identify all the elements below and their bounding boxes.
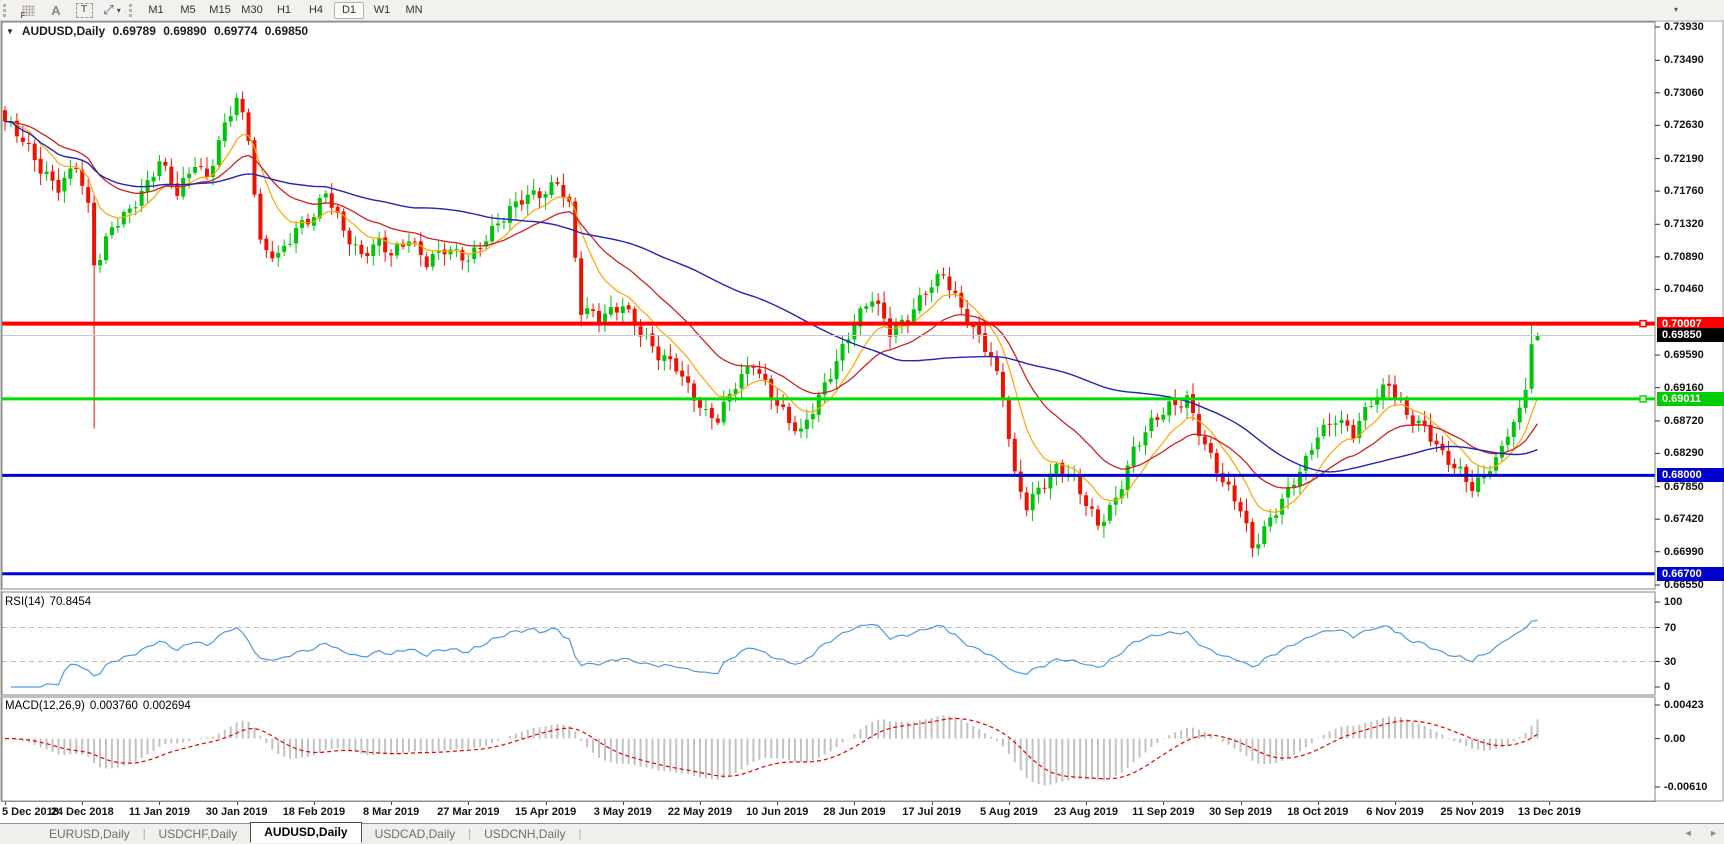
- fibonacci-grid-tool-button[interactable]: F: [17, 2, 39, 19]
- tab-scroll-left-icon[interactable]: ◄: [1684, 828, 1693, 838]
- date-label: 27 Mar 2019: [437, 806, 499, 818]
- timeframe-m1-button[interactable]: M1: [142, 2, 170, 18]
- tab-usdcad[interactable]: USDCAD,Daily: [362, 825, 469, 843]
- date-label: 13 Dec 2019: [1518, 806, 1581, 818]
- tab-separator: |: [578, 828, 581, 840]
- time-axis-tick: [1318, 802, 1319, 805]
- ma-fast-line[interactable]: [5, 122, 1538, 513]
- date-label: 30 Sep 2019: [1209, 806, 1272, 818]
- pane-border: [2, 697, 1655, 802]
- date-label: 8 Mar 2019: [363, 806, 419, 818]
- tab-scroll-controls: ◄ ►: [1670, 828, 1718, 838]
- time-axis-tick: [82, 802, 83, 805]
- toolbar-overflow-icon[interactable]: ▾: [1674, 5, 1678, 14]
- time-axis-tick: [159, 802, 160, 805]
- time-axis-tick: [468, 802, 469, 805]
- tab-usdcnh[interactable]: USDCNH,Daily: [471, 825, 578, 843]
- date-label: 22 May 2019: [668, 806, 732, 818]
- chevron-down-icon: ▾: [117, 6, 121, 15]
- date-label: 10 Jun 2019: [746, 806, 808, 818]
- grid-icon: F: [22, 5, 35, 16]
- timeframe-mn-button[interactable]: MN: [400, 2, 428, 18]
- time-axis-tick: [777, 802, 778, 805]
- arrows-icon: ⤢: [103, 2, 113, 18]
- date-label: 15 Apr 2019: [515, 806, 576, 818]
- time-axis-tick: [1086, 802, 1087, 805]
- date-label: 23 Aug 2019: [1054, 806, 1118, 818]
- date-label: 28 Jun 2019: [823, 806, 885, 818]
- time-axis-tick: [314, 802, 315, 805]
- toolbar-grip[interactable]: [129, 4, 134, 17]
- timeframe-w1-button[interactable]: W1: [368, 2, 396, 18]
- date-label: 18 Oct 2019: [1287, 806, 1348, 818]
- time-axis-tick: [546, 802, 547, 805]
- date-label: 3 May 2019: [594, 806, 652, 818]
- macd-pane: [5, 715, 1538, 785]
- date-label: 11 Sep 2019: [1132, 806, 1194, 818]
- tab-eurusd[interactable]: EURUSD,Daily: [36, 825, 143, 843]
- tab-audusd[interactable]: AUDUSD,Daily: [250, 822, 361, 843]
- time-axis-tick: [237, 802, 238, 805]
- date-label: 24 Dec 2018: [51, 806, 114, 818]
- pane-border: [2, 22, 1655, 589]
- time-axis-tick: [854, 802, 855, 805]
- tab-usdchf[interactable]: USDCHF,Daily: [146, 825, 251, 843]
- time-axis-tick: [1163, 802, 1164, 805]
- time-axis-tick: [1395, 802, 1396, 805]
- time-axis-tick: [623, 802, 624, 805]
- toolbar: F A T ⤢ ▾ M1 M5 M15 M30 H1 H4 D1 W1 MN ▾: [0, 0, 1724, 21]
- date-label: 5 Aug 2019: [980, 806, 1038, 818]
- text-box-icon: T: [76, 3, 93, 18]
- text-box-tool-button[interactable]: T: [73, 2, 95, 19]
- date-label: 11 Jan 2019: [129, 806, 190, 818]
- date-label: 17 Jul 2019: [902, 806, 961, 818]
- time-axis-tick: [1009, 802, 1010, 805]
- rsi-line: [11, 620, 1538, 687]
- arrow-objects-tool-button[interactable]: ⤢ ▾: [101, 2, 123, 19]
- text-label-tool-button[interactable]: A: [45, 2, 67, 19]
- text-label-icon: A: [51, 3, 60, 18]
- mt4-chart-window: F A T ⤢ ▾ M1 M5 M15 M30 H1 H4 D1 W1 MN ▾…: [0, 0, 1724, 844]
- time-axis-tick: [1472, 802, 1473, 805]
- symbol-tab-bar: EURUSD,Daily | USDCHF,Daily AUDUSD,Daily…: [0, 823, 1724, 844]
- timeframe-m15-button[interactable]: M15: [206, 2, 234, 18]
- rsi-pane: [2, 620, 1655, 687]
- time-axis-tick: [391, 802, 392, 805]
- timeframe-h1-button[interactable]: H1: [270, 2, 298, 18]
- timeframe-m5-button[interactable]: M5: [174, 2, 202, 18]
- date-label: 25 Nov 2019: [1440, 806, 1504, 818]
- date-label: 6 Nov 2019: [1366, 806, 1423, 818]
- toolbar-grip[interactable]: [3, 4, 8, 17]
- timeframe-m30-button[interactable]: M30: [238, 2, 266, 18]
- timeframe-h4-button[interactable]: H4: [302, 2, 330, 18]
- support-line-green-handle[interactable]: [1640, 396, 1646, 402]
- time-axis-tick: [700, 802, 701, 805]
- date-label: 30 Jan 2019: [206, 806, 268, 818]
- time-axis-tick: [1241, 802, 1242, 805]
- time-axis-tick: [1549, 802, 1550, 805]
- time-axis-tick: [932, 802, 933, 805]
- time-axis[interactable]: 5 Dec 201824 Dec 201811 Jan 201930 Jan 2…: [0, 802, 1724, 823]
- time-axis-tick: [5, 802, 6, 805]
- timeframe-d1-button[interactable]: D1: [334, 2, 364, 19]
- date-label: 18 Feb 2019: [283, 806, 345, 818]
- resistance-line-handle[interactable]: [1640, 321, 1646, 327]
- chart-plot-area[interactable]: [0, 20, 1724, 802]
- window-border: [1, 21, 1723, 801]
- tab-scroll-right-icon[interactable]: ►: [1709, 828, 1718, 838]
- ma-slow-line[interactable]: [5, 122, 1538, 472]
